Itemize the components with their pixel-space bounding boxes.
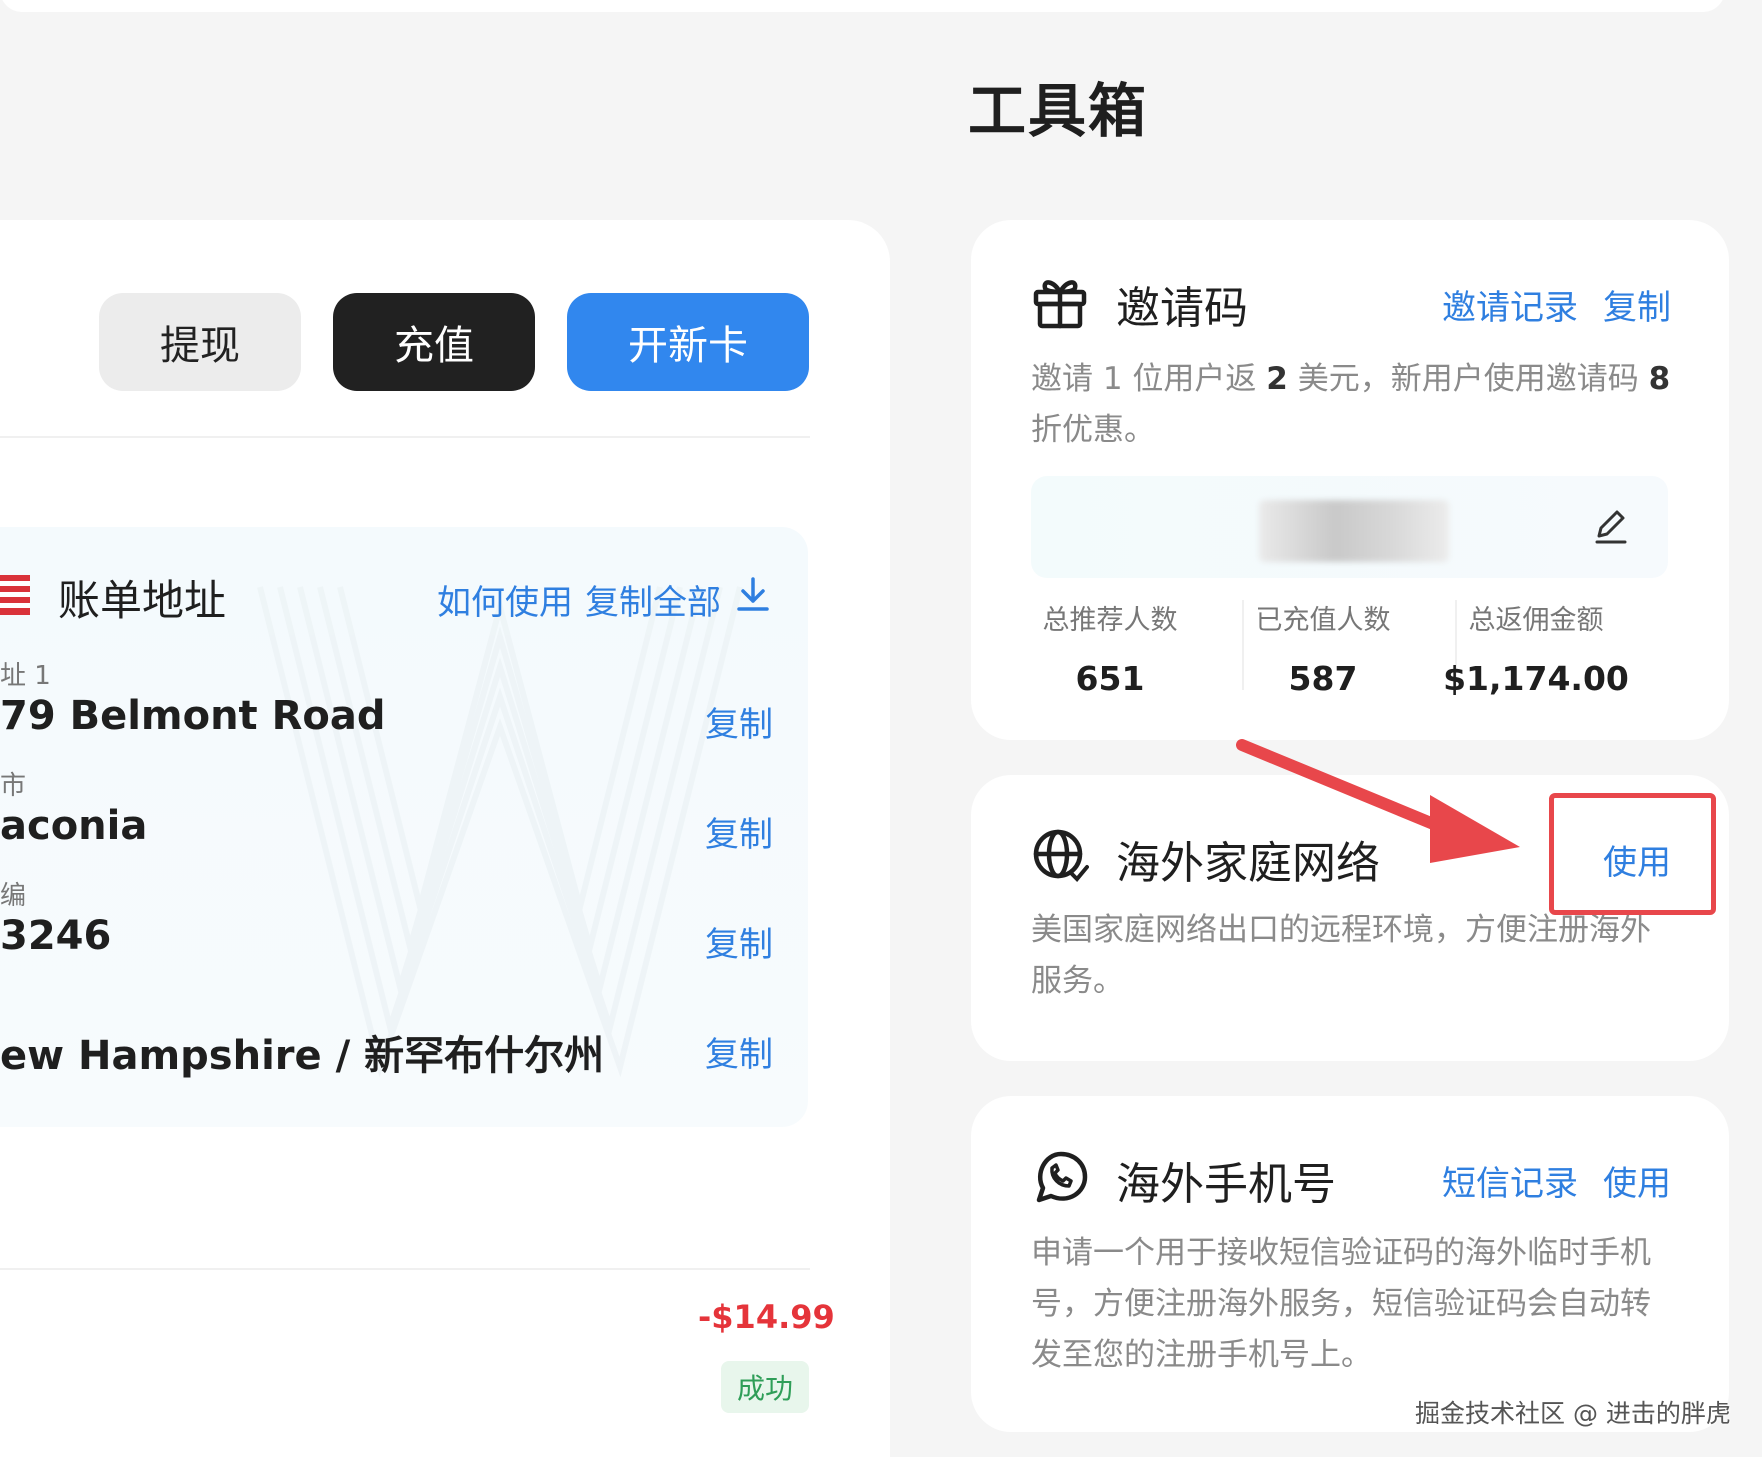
network-description: 美国家庭网络出口的远程环境，方便注册海外服务。 [1031, 912, 1651, 999]
sms-records-link[interactable]: 短信记录 [1442, 1156, 1578, 1205]
copy-zip-link[interactable]: 复制 [705, 917, 773, 966]
billing-address-panel: 账单地址 如何使用 复制全部 址 1 79 Belmont Road 复制 市 … [0, 527, 808, 1127]
us-flag-icon [0, 575, 30, 615]
address-line1-value: 79 Belmont Road [0, 693, 386, 739]
new-card-button[interactable]: 开新卡 [567, 293, 809, 391]
state-value: ew Hampshire / 新罕布什尔州 [0, 1033, 605, 1079]
stat-value: $1,174.00 [1443, 659, 1629, 698]
stat-total-referrals: 总推荐人数 651 [1004, 598, 1216, 698]
copy-invite-link[interactable]: 复制 [1603, 280, 1671, 329]
zip-label: 编 [0, 881, 27, 911]
status-badge: 成功 [721, 1361, 809, 1413]
copy-address-line1-link[interactable]: 复制 [705, 697, 773, 746]
invite-code-field[interactable] [1031, 476, 1668, 578]
gift-icon [1033, 280, 1087, 329]
stat-value: 587 [1288, 659, 1358, 698]
top-bar [0, 0, 1725, 12]
copy-city-link[interactable]: 复制 [705, 807, 773, 856]
blurred-invite-code [1259, 500, 1449, 562]
footer-watermark: 掘金技术社区 @ 进击的胖虎 [1415, 1399, 1731, 1428]
zip-value: 3246 [0, 913, 112, 959]
billing-address-title: 账单地址 [58, 576, 227, 625]
invite-card: 邀请码 邀请记录 复制 邀请 1 位用户返 2 美元，新用户使用邀请码 8 折优… [971, 220, 1729, 740]
phone-description: 申请一个用于接收短信验证码的海外临时手机号，方便注册海外服务，短信验证码会自动转… [1031, 1235, 1651, 1373]
transaction-amount: -$14.99 [698, 1298, 835, 1336]
city-label: 市 [0, 771, 27, 801]
withdraw-button[interactable]: 提现 [99, 293, 301, 391]
divider [0, 436, 810, 438]
invite-card-title: 邀请码 [1116, 283, 1248, 334]
whatsapp-icon [1036, 1151, 1088, 1203]
invite-description: 邀请 1 位用户返 2 美元，新用户使用邀请码 8 折优惠。 [1031, 361, 1671, 448]
copy-all-link[interactable]: 复制全部 [585, 575, 721, 624]
recharge-button[interactable]: 充值 [333, 293, 535, 391]
page-title: 工具箱 [968, 77, 1149, 145]
brand-watermark-icon [257, 586, 743, 1078]
copy-state-link[interactable]: 复制 [705, 1027, 773, 1076]
phone-card-title: 海外手机号 [1116, 1159, 1336, 1210]
use-phone-link[interactable]: 使用 [1603, 1156, 1671, 1205]
stat-label: 总返佣金额 [1468, 605, 1604, 636]
stat-total-commission: 总返佣金额 $1,174.00 [1430, 598, 1642, 698]
stat-value: 651 [1075, 659, 1145, 698]
invite-records-link[interactable]: 邀请记录 [1442, 280, 1578, 329]
how-to-use-link[interactable]: 如何使用 [437, 575, 573, 624]
globe-icon [1033, 829, 1089, 882]
annotation-highlight-box [1549, 793, 1716, 915]
annotation-arrow-icon [1236, 739, 1520, 863]
download-icon[interactable] [735, 575, 771, 615]
address-line1-label: 址 1 [0, 661, 51, 691]
edit-pencil-icon[interactable] [1591, 506, 1631, 546]
stat-label: 已充值人数 [1255, 605, 1391, 636]
divider [0, 1268, 810, 1270]
stat-recharged-users: 已充值人数 587 [1217, 598, 1429, 698]
city-value: aconia [0, 803, 148, 849]
overseas-phone-card: 海外手机号 短信记录 使用 申请一个用于接收短信验证码的海外临时手机号，方便注册… [971, 1096, 1729, 1432]
stat-label: 总推荐人数 [1042, 605, 1178, 636]
